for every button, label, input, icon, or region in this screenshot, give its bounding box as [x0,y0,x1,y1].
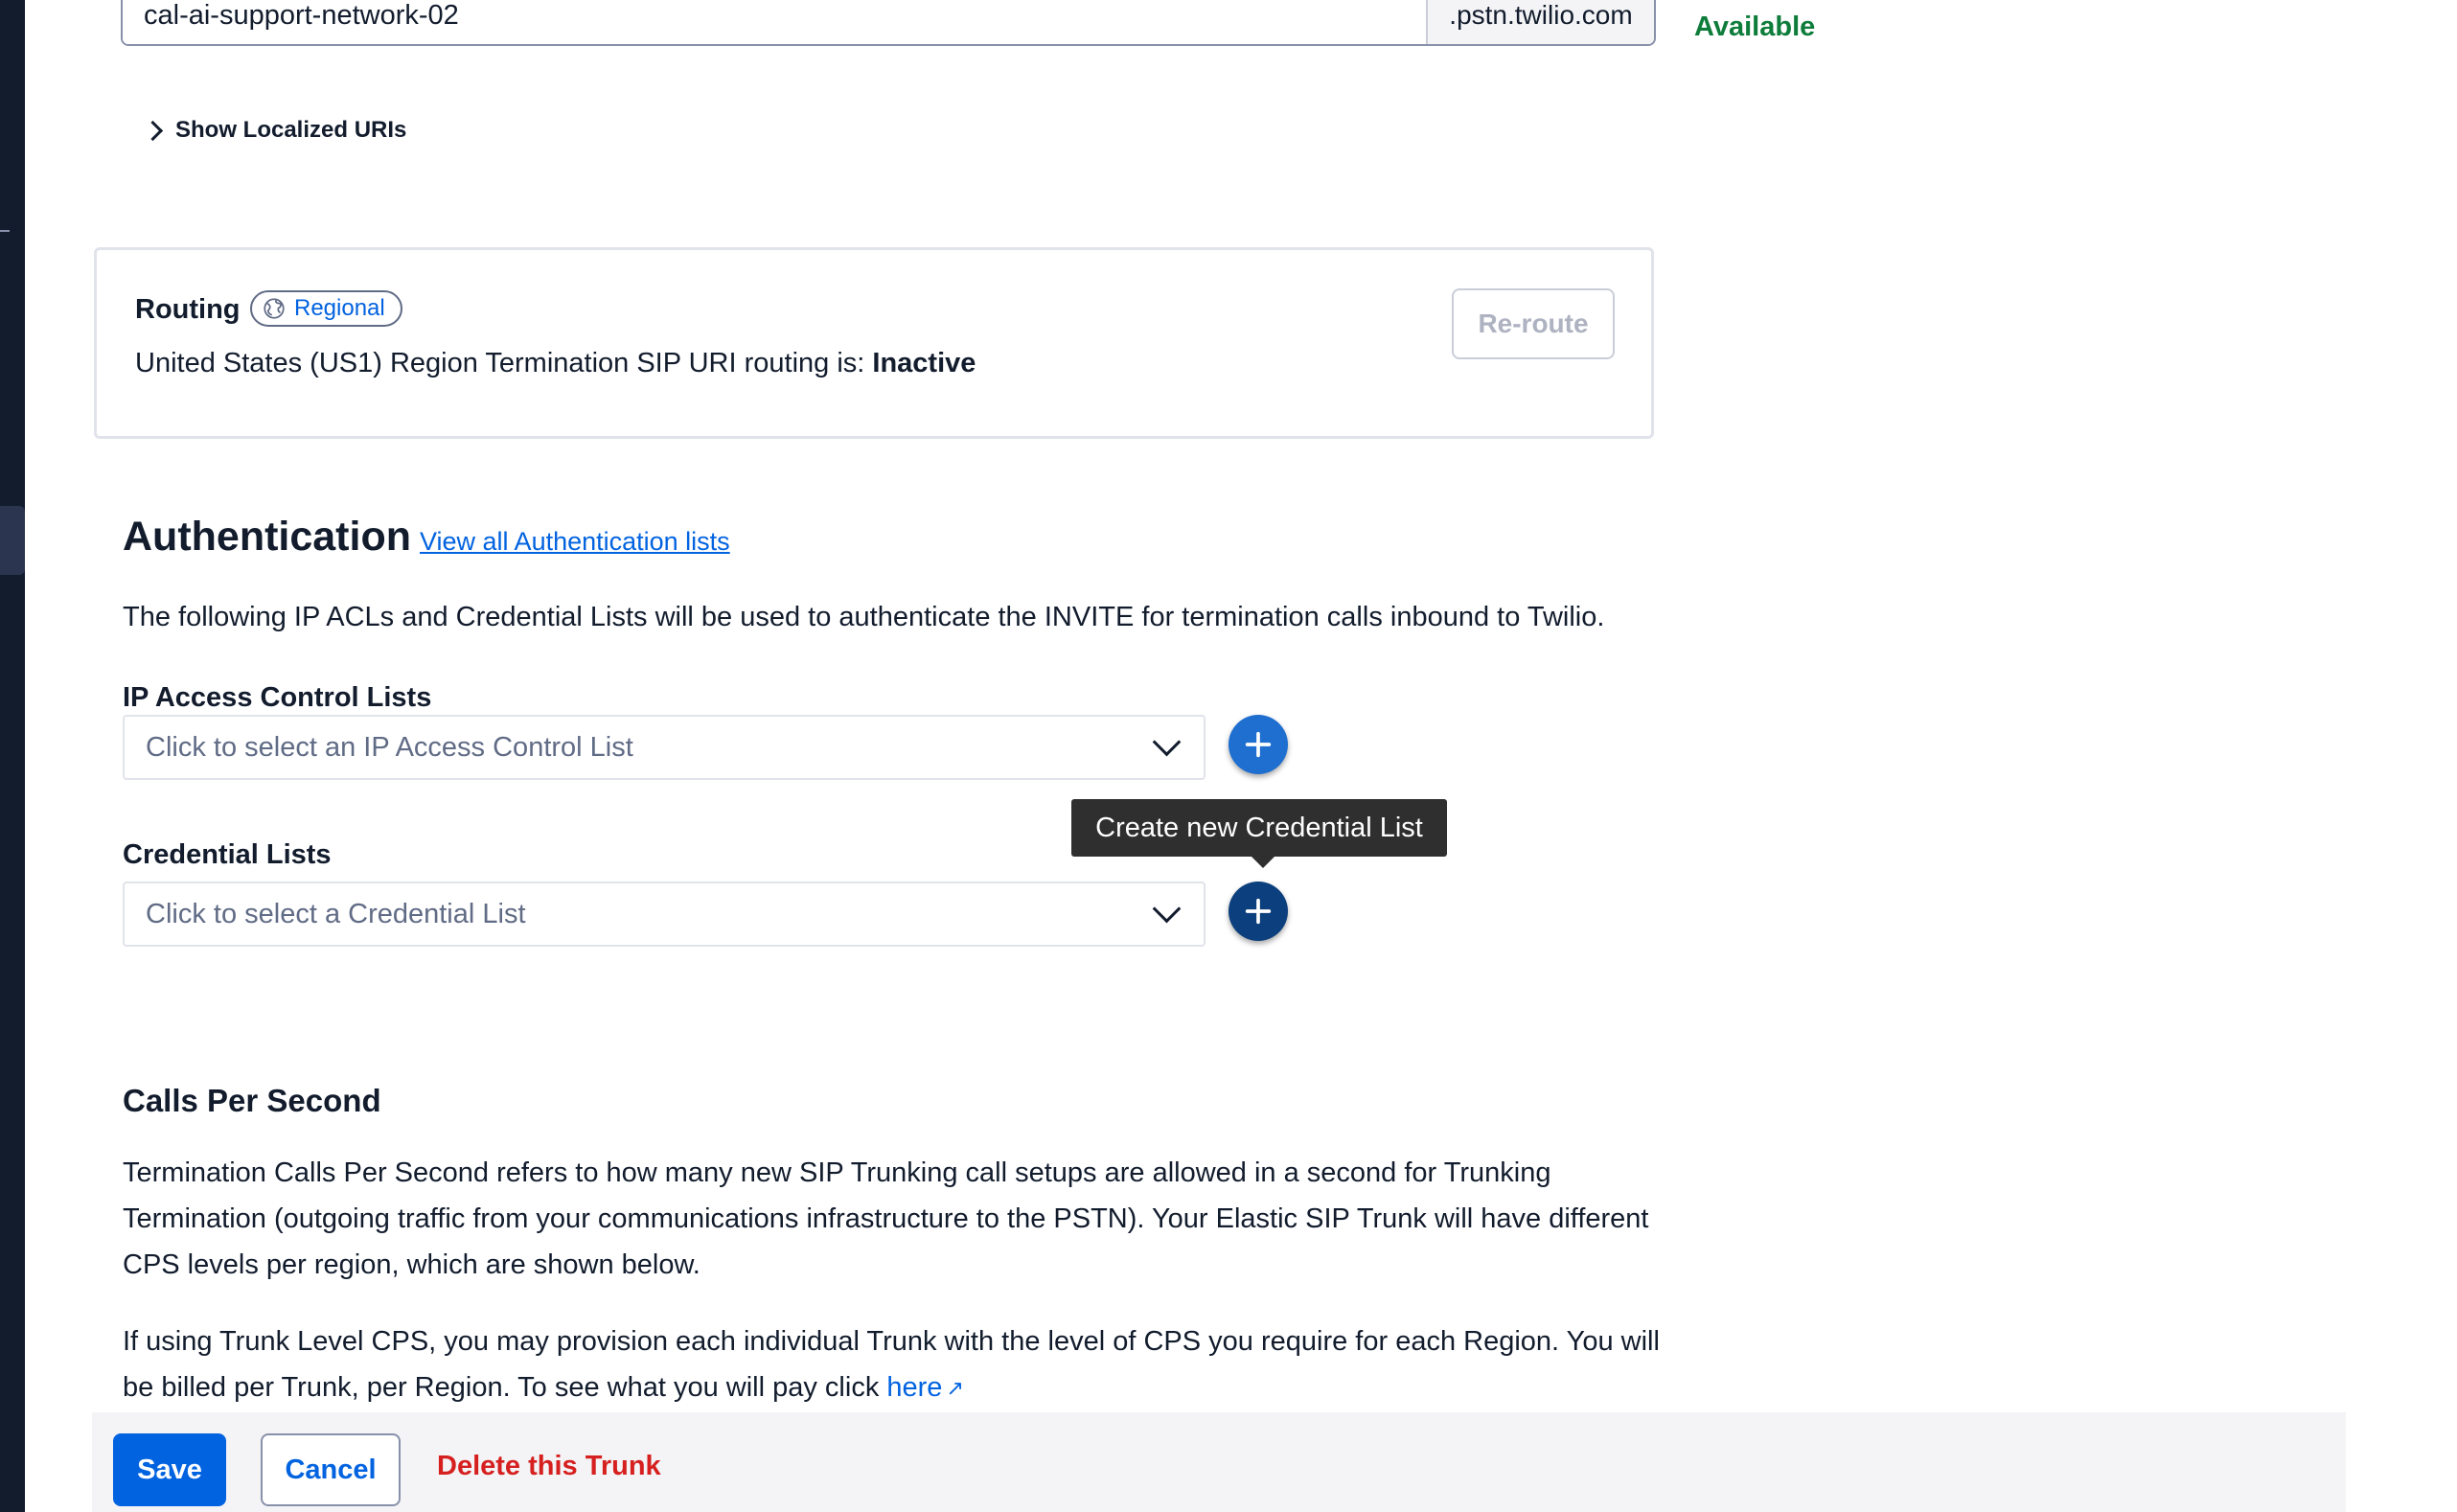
regional-badge: Regional [250,290,402,327]
save-button[interactable]: Save [113,1433,226,1506]
pricing-here-link[interactable]: here ↗ [886,1372,963,1403]
plus-icon [1245,731,1272,758]
authentication-description: The following IP ACLs and Credential Lis… [123,602,1605,632]
credential-list-placeholder: Click to select a Credential List [146,898,526,929]
uri-suffix: .pstn.twilio.com [1426,0,1654,44]
chevron-right-icon [142,120,164,141]
add-credential-list-button[interactable] [1228,882,1288,941]
show-localized-uris-toggle[interactable]: Show Localized URIs [142,117,407,144]
nav-tick [0,230,10,232]
routing-status: United States (US1) Region Termination S… [135,348,976,379]
add-ip-acl-button[interactable] [1228,715,1288,774]
chevron-down-icon [1152,727,1182,757]
show-localized-uris-label: Show Localized URIs [175,117,407,143]
uri-availability-status: Available [1694,11,1816,42]
chevron-down-icon [1152,894,1182,924]
termination-uri-input[interactable] [123,0,1426,44]
tooltip-text: Create new Credential List [1095,812,1423,843]
tooltip-arrow [1251,857,1274,868]
ip-acl-select[interactable]: Click to select an IP Access Control Lis… [123,715,1206,780]
globe-icon [264,298,285,319]
cps-heading: Calls Per Second [123,1083,381,1118]
external-link-icon: ↗ [946,1376,964,1401]
cps-billing-note: If using Trunk Level CPS, you may provis… [123,1318,1675,1411]
termination-uri-field: .pstn.twilio.com [121,0,1656,46]
credential-list-select[interactable]: Click to select a Credential List [123,882,1206,947]
routing-status-prefix: United States (US1) Region Termination S… [135,348,865,378]
routing-card: Routing Regional United States (US1) Reg… [94,247,1654,439]
delete-trunk-button[interactable]: Delete this Trunk [437,1451,661,1482]
cps-description: Termination Calls Per Second refers to h… [123,1157,1649,1280]
create-credential-list-tooltip: Create new Credential List [1071,799,1447,868]
authentication-heading: Authentication [123,514,411,560]
regional-badge-label: Regional [294,295,385,321]
plus-icon [1245,898,1272,925]
credential-lists-label: Credential Lists [123,839,332,870]
routing-title: Routing [135,294,241,325]
nav-active-item[interactable] [0,506,25,575]
ip-acl-placeholder: Click to select an IP Access Control Lis… [146,731,633,763]
view-all-auth-lists-link[interactable]: View all Authentication lists [420,527,730,557]
action-footer [92,1412,2346,1512]
cancel-button[interactable]: Cancel [261,1433,401,1506]
ip-acl-label: IP Access Control Lists [123,682,432,713]
routing-status-value: Inactive [872,348,976,378]
pricing-link-label: here [886,1372,943,1403]
left-nav-rail [0,0,25,1512]
reroute-button[interactable]: Re-route [1452,288,1615,359]
